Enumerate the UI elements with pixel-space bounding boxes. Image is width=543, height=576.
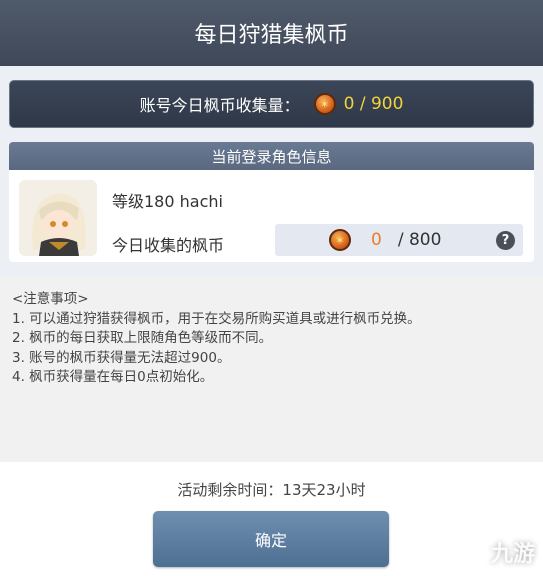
- dialog-footer: 活动剩余时间：13天23小时 确定: [0, 462, 543, 576]
- remaining-time: 活动剩余时间：13天23小时: [177, 481, 366, 499]
- character-info-panel: 当前登录角色信息 等级180 hachi 今日收集的枫币 ✶ 0 / 800 ?: [9, 142, 534, 262]
- account-coin-label: 账号今日枫币收集量：: [139, 96, 300, 115]
- character-avatar: [19, 180, 97, 256]
- maple-coin-icon: ✶: [329, 229, 351, 251]
- character-coin-max: / 800: [397, 230, 442, 250]
- notes-item: 4. 枫币获得量在每日0点初始化。: [12, 369, 214, 385]
- notes-title: <注意事项>: [12, 291, 89, 307]
- character-name: 等级180 hachi: [112, 192, 223, 211]
- notes-section: <注意事项> 1. 可以通过狩猎获得枫币，用于在交易所购买道具或进行枫币兑换。 …: [0, 276, 543, 462]
- watermark-logo: 九游: [490, 542, 535, 567]
- account-coin-bar: 账号今日枫币收集量： ✶ 0 / 900: [9, 80, 534, 128]
- maple-coin-icon: ✶: [313, 93, 336, 115]
- account-coin-value: 0 / 900: [343, 94, 404, 114]
- character-coin-current: 0: [371, 230, 382, 250]
- character-coin-box: ✶ 0 / 800 ?: [275, 224, 523, 256]
- character-panel-header: 当前登录角色信息: [9, 142, 534, 170]
- help-icon[interactable]: ?: [496, 231, 515, 250]
- confirm-button[interactable]: 确定: [153, 511, 389, 567]
- notes-item: 3. 账号的枫币获得量无法超过900。: [12, 349, 231, 366]
- notes-item: 2. 枫币的每日获取上限随角色等级而不同。: [12, 330, 273, 346]
- notes-item: 1. 可以通过狩猎获得枫币，用于在交易所购买道具或进行枫币兑换。: [12, 310, 421, 327]
- character-coin-label: 今日收集的枫币: [112, 236, 225, 255]
- dialog-title: 每日狩猎集枫币: [0, 0, 543, 66]
